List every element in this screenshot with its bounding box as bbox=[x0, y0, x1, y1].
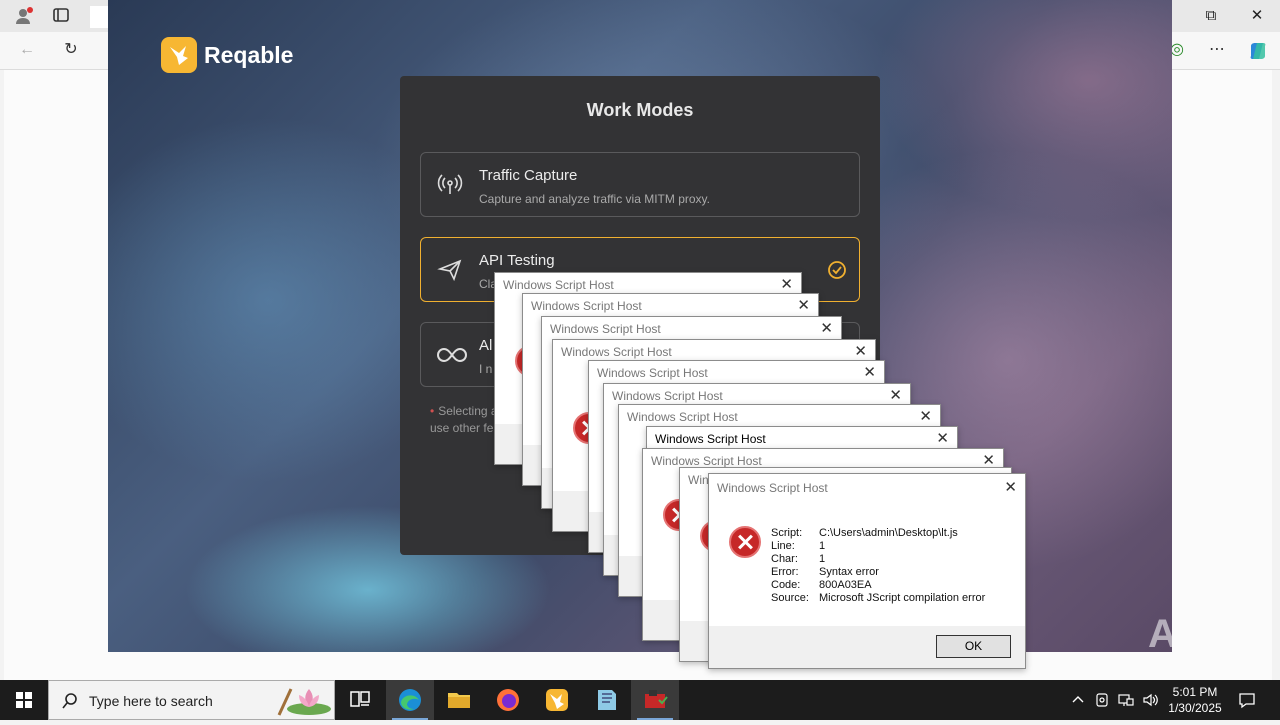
source-label: Source: bbox=[771, 592, 809, 604]
dialog-title: Windows Script Host bbox=[503, 278, 614, 292]
mode-title: Al bbox=[479, 337, 493, 354]
dialog-titlebar: Windows Script Host ✕ bbox=[619, 405, 940, 427]
brand-name: Reqable bbox=[204, 42, 294, 68]
dialog-titlebar: Windows Script Host ✕ bbox=[523, 294, 818, 316]
dialog-title: Windows Script Host bbox=[627, 410, 738, 424]
ok-button[interactable]: OK bbox=[936, 635, 1011, 658]
reqable-logo-icon bbox=[161, 37, 197, 73]
tab-actions-icon[interactable] bbox=[50, 6, 72, 28]
source-value: Microsoft JScript compilation error bbox=[819, 592, 986, 604]
dialog-body: Script: C:\Users\admin\Desktop\lt.js Line… bbox=[709, 500, 1025, 626]
more-icon[interactable]: ⋯ bbox=[1206, 40, 1228, 62]
back-icon[interactable]: ← bbox=[16, 40, 38, 62]
clock-date: 1/30/2025 bbox=[1168, 701, 1222, 715]
close-icon[interactable]: ✕ bbox=[820, 319, 833, 337]
dialog-title: Windows Script Host bbox=[531, 299, 642, 313]
close-icon[interactable]: ✕ bbox=[780, 275, 793, 293]
start-button[interactable] bbox=[0, 680, 48, 720]
notepad-icon[interactable] bbox=[582, 680, 630, 720]
reqable-taskbar-icon[interactable] bbox=[533, 680, 581, 720]
task-view-icon[interactable] bbox=[336, 680, 384, 720]
line-label: Line: bbox=[771, 540, 795, 552]
antenna-icon bbox=[437, 172, 463, 198]
mode-traffic-capture[interactable]: Traffic Capture Capture and analyze traf… bbox=[420, 152, 860, 217]
close-icon[interactable]: ✕ bbox=[863, 363, 876, 381]
dialog-titlebar: Windows Script Host ✕ bbox=[553, 340, 875, 362]
script-value: C:\Users\admin\Desktop\lt.js bbox=[819, 527, 958, 539]
clock-time: 5:01 PM bbox=[1172, 685, 1218, 699]
close-icon[interactable]: ✕ bbox=[797, 296, 810, 314]
error-value: Syntax error bbox=[819, 566, 879, 578]
line-value: 1 bbox=[819, 540, 826, 552]
restore-button[interactable]: ⧉ bbox=[1188, 5, 1234, 27]
infinity-icon bbox=[437, 342, 467, 368]
mode-title: API Testing bbox=[479, 252, 555, 269]
close-icon[interactable]: ✕ bbox=[936, 429, 949, 447]
dialog-titlebar: Windows Script Host ✕ bbox=[589, 361, 884, 383]
file-explorer-icon[interactable] bbox=[435, 680, 483, 720]
dialog-title: Windows Script Host bbox=[597, 366, 708, 380]
dialog-title: Windows Script Host bbox=[655, 432, 766, 446]
dialog-title: Windows Script Host bbox=[717, 481, 828, 495]
dialog-title: Windows Script Host bbox=[612, 389, 723, 403]
mode-description: Capture and analyze traffic via MITM pro… bbox=[479, 192, 710, 206]
volume-icon[interactable] bbox=[1142, 692, 1158, 708]
close-icon[interactable]: ✕ bbox=[854, 342, 867, 360]
dialog-titlebar: Windows Script Host ✕ bbox=[495, 273, 801, 295]
code-value: 800A03EA bbox=[819, 579, 872, 591]
device-icon[interactable] bbox=[1094, 692, 1110, 708]
notifications-icon[interactable] bbox=[1236, 680, 1260, 720]
dialog-title: Windows Script Host bbox=[561, 345, 672, 359]
dialog-titlebar: Windows Script Host ✕ bbox=[604, 384, 910, 406]
char-value: 1 bbox=[819, 553, 826, 565]
close-icon[interactable]: ✕ bbox=[1004, 478, 1017, 496]
error-label: Error: bbox=[771, 566, 799, 578]
script-host-error-dialog[interactable]: Windows Script Host ✕ Script: C:\Users\adm… bbox=[708, 473, 1026, 669]
dialog-titlebar: Windows Script Host ✕ bbox=[647, 427, 957, 449]
profile-icon[interactable] bbox=[12, 6, 34, 28]
close-icon[interactable]: ✕ bbox=[919, 407, 932, 425]
mode-title: Traffic Capture bbox=[479, 167, 578, 184]
note-line-1: Selecting a bbox=[438, 404, 498, 418]
dialog-titlebar: Windows Script Host ✕ bbox=[542, 317, 841, 339]
lotus-icon bbox=[277, 688, 331, 716]
check-circle-icon bbox=[827, 260, 847, 280]
network-icon[interactable] bbox=[1118, 692, 1134, 708]
script-label: Script: bbox=[771, 527, 803, 539]
search-placeholder: Type here to search bbox=[89, 693, 213, 709]
char-label: Char: bbox=[771, 553, 798, 565]
firefox-icon[interactable] bbox=[484, 680, 532, 720]
system-tray bbox=[1066, 680, 1162, 720]
paper-plane-icon bbox=[437, 257, 463, 283]
taskbar: Type here to search 5:01 PM 1/30/2025 bbox=[0, 680, 1280, 720]
close-icon[interactable]: ✕ bbox=[889, 386, 902, 404]
dialog-title: Windows Script Host bbox=[550, 322, 661, 336]
dialog-title: Windows Script Host bbox=[651, 454, 762, 468]
chevron-up-icon[interactable] bbox=[1070, 692, 1086, 708]
edge-icon[interactable] bbox=[386, 680, 434, 720]
code-label: Code: bbox=[771, 579, 801, 591]
watermark: ANY RUN bbox=[1148, 612, 1172, 652]
mode-description: I n bbox=[479, 362, 493, 376]
search-icon bbox=[62, 693, 77, 709]
dialog-titlebar: Windows Script Host ✕ bbox=[709, 474, 1025, 500]
taskbar-search[interactable]: Type here to search bbox=[48, 680, 335, 720]
error-icon bbox=[729, 526, 761, 558]
copilot-icon[interactable] bbox=[1247, 40, 1269, 62]
error-details: Script: C:\Users\admin\Desktop\lt.js Line… bbox=[771, 527, 985, 605]
panel-title: Work Modes bbox=[586, 100, 694, 120]
close-window-button[interactable]: ✕ bbox=[1234, 5, 1280, 27]
taskbar-clock[interactable]: 5:01 PM 1/30/2025 bbox=[1162, 684, 1228, 716]
refresh-icon[interactable]: ↻ bbox=[60, 40, 82, 62]
note-line-2: use other fe bbox=[430, 421, 494, 435]
script-host-taskbar-icon[interactable] bbox=[631, 680, 679, 720]
